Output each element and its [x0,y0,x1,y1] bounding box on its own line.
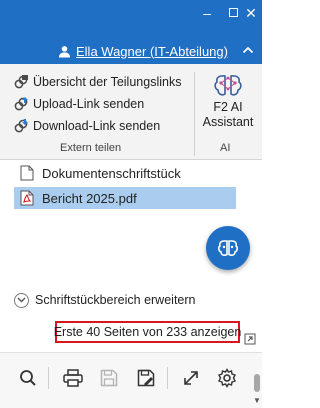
minimize-button[interactable]: – [200,6,214,20]
ribbon-separator [194,72,195,156]
scrollbar-thumb[interactable] [254,374,260,392]
document-name: Bericht 2025.pdf [42,190,137,206]
brain-icon [217,240,239,256]
user-name[interactable]: Ella Wagner (IT-Abteilung) [76,44,228,59]
scroll-down-arrow[interactable]: ▼ [252,396,262,406]
pdf-icon [20,190,34,206]
document-item-selected[interactable]: Bericht 2025.pdf [14,187,236,209]
f2-ai-assistant-button[interactable]: F2 AI Assistant [196,68,260,138]
user-icon [58,45,71,58]
upload-link-label: Upload-Link senden [33,97,145,111]
search-icon [20,370,36,386]
save-icon [100,369,118,387]
download-link-icon [14,119,28,133]
link-overview-icon [14,75,28,89]
toolbar-separator [167,367,168,389]
maximize-button[interactable] [226,6,240,20]
document-item[interactable]: Dokumentenschriftstück [14,162,181,184]
user-account-link[interactable]: Ella Wagner (IT-Abteilung) [58,42,228,60]
save-as-button[interactable] [135,367,157,389]
bottom-toolbar [0,352,262,408]
maximize-icon [228,8,238,17]
link-overview-label: Übersicht der Teilungslinks [33,75,182,89]
ai-button-label-line1: F2 AI [213,100,243,114]
link-overview-button[interactable]: Übersicht der Teilungslinks [13,72,181,92]
title-bar: – ✕ Ella Wagner (IT-Abteilung) [0,0,262,64]
upload-link-icon [14,97,28,111]
chevron-up-icon[interactable] [242,44,254,56]
settings-icon [218,368,236,388]
download-link-button[interactable]: Download-Link senden [13,116,160,136]
upload-link-button[interactable]: Upload-Link senden [13,94,144,114]
print-button[interactable] [62,367,84,389]
popout-icon[interactable] [244,333,256,345]
group-label-extern-teilen: Extern teilen [60,142,122,154]
ribbon: Übersicht der Teilungslinks Upload-Link … [0,64,262,160]
settings-button[interactable] [216,367,238,389]
close-button[interactable]: ✕ [244,6,258,20]
print-icon [63,369,83,387]
expand-button[interactable] [180,367,202,389]
save-button [98,367,120,389]
document-icon [20,165,34,181]
expand-label: Schriftstückbereich erweitern [35,293,196,307]
toolbar-separator [48,367,49,389]
expand-document-area[interactable]: Schriftstückbereich erweitern [14,290,195,310]
search-button[interactable] [17,367,39,389]
brain-icon [214,74,242,96]
ai-assistant-fab[interactable] [206,226,250,270]
save-as-icon [137,369,155,387]
chevron-down-icon [14,292,29,308]
expand-icon [184,371,198,385]
document-name: Dokumentenschriftstück [42,165,181,181]
show-pages-link[interactable]: Erste 40 Seiten von 233 anzeigen [54,321,241,343]
ai-button-label-line2: Assistant [202,115,254,129]
download-link-label: Download-Link senden [33,119,161,133]
group-label-ai: AI [220,142,231,154]
